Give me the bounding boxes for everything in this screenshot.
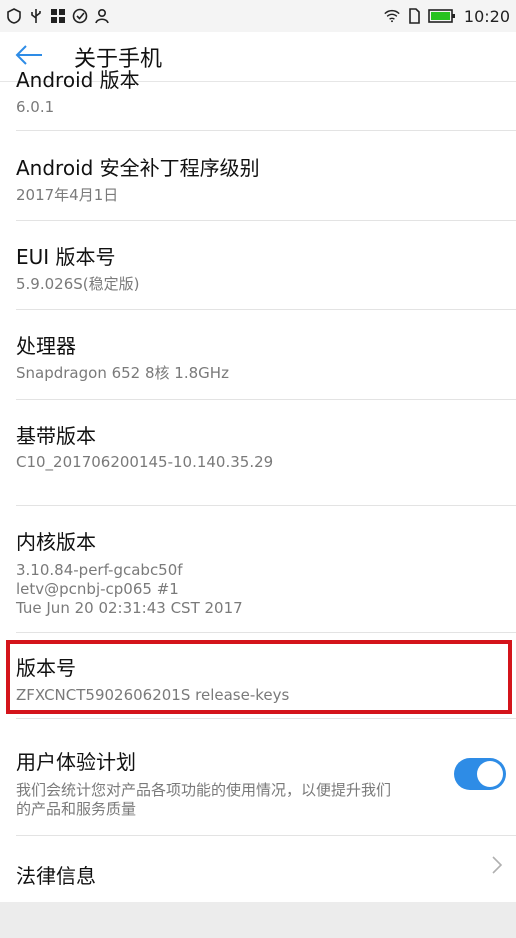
item-subtitle-line: 的产品和服务质量	[16, 800, 137, 818]
item-subtitle-block: 我们会统计您对产品各项功能的使用情况，以便提升我们 的产品和服务质量	[16, 781, 416, 819]
item-subtitle-line: Tue Jun 20 02:31:43 CST 2017	[16, 599, 243, 617]
item-title: Android 版本	[16, 68, 140, 92]
item-subtitle: 6.0.1	[16, 98, 55, 116]
settings-list: Android 版本 6.0.1 Android 安全补丁程序级别 2017年4…	[0, 68, 516, 908]
item-subtitle-line: letv@pcnbj-cp065 #1	[16, 580, 179, 598]
item-subtitle-line: 3.10.84-perf-gcabc50f	[16, 561, 183, 579]
apps-icon	[50, 8, 66, 24]
item-title: EUI 版本号	[16, 245, 116, 269]
list-item-eui-version[interactable]: EUI 版本号 5.9.026S(稳定版)	[0, 221, 516, 310]
item-title: 用户体验计划	[16, 750, 136, 774]
list-item-android-version[interactable]: Android 版本 6.0.1	[0, 68, 516, 131]
check-icon	[72, 8, 88, 24]
battery-icon	[428, 8, 456, 24]
usb-icon	[28, 8, 44, 24]
list-item-legal-info[interactable]: 法律信息	[0, 836, 516, 908]
item-subtitle-block: 3.10.84-perf-gcabc50f letv@pcnbj-cp065 #…	[16, 561, 243, 618]
item-subtitle: 2017年4月1日	[16, 186, 119, 204]
wifi-icon	[384, 8, 400, 24]
user-experience-toggle[interactable]	[454, 758, 506, 790]
status-left-icons	[6, 8, 110, 24]
list-item-kernel-version[interactable]: 内核版本 3.10.84-perf-gcabc50f letv@pcnbj-cp…	[0, 506, 516, 633]
item-subtitle: Snapdragon 652 8核 1.8GHz	[16, 364, 229, 382]
sim-icon	[406, 8, 422, 24]
clock: 10:20	[463, 6, 510, 26]
item-title: 基带版本	[16, 424, 96, 448]
list-item-security-patch[interactable]: Android 安全补丁程序级别 2017年4月1日	[0, 131, 516, 221]
status-right-icons: 10:20	[384, 7, 510, 26]
item-subtitle: C10_201706200145-10.140.35.29	[16, 453, 274, 471]
item-title: 处理器	[16, 334, 76, 358]
toggle-knob	[477, 761, 503, 787]
list-item-baseband-version[interactable]: 基带版本 C10_201706200145-10.140.35.29	[0, 400, 516, 506]
status-bar: 10:20	[0, 0, 516, 32]
list-item-processor[interactable]: 处理器 Snapdragon 652 8核 1.8GHz	[0, 310, 516, 400]
shield-icon	[6, 8, 22, 24]
item-title: 内核版本	[16, 530, 96, 554]
item-title: Android 安全补丁程序级别	[16, 156, 260, 180]
bottom-area	[0, 902, 516, 938]
list-item-user-experience-program[interactable]: 用户体验计划 我们会统计您对产品各项功能的使用情况，以便提升我们 的产品和服务质…	[0, 719, 516, 836]
person-icon	[94, 8, 110, 24]
chevron-right-icon	[490, 854, 504, 876]
item-subtitle-line: 我们会统计您对产品各项功能的使用情况，以便提升我们	[16, 781, 392, 799]
highlight-box	[6, 640, 512, 714]
item-title: 法律信息	[16, 864, 96, 888]
item-subtitle: 5.9.026S(稳定版)	[16, 275, 140, 293]
